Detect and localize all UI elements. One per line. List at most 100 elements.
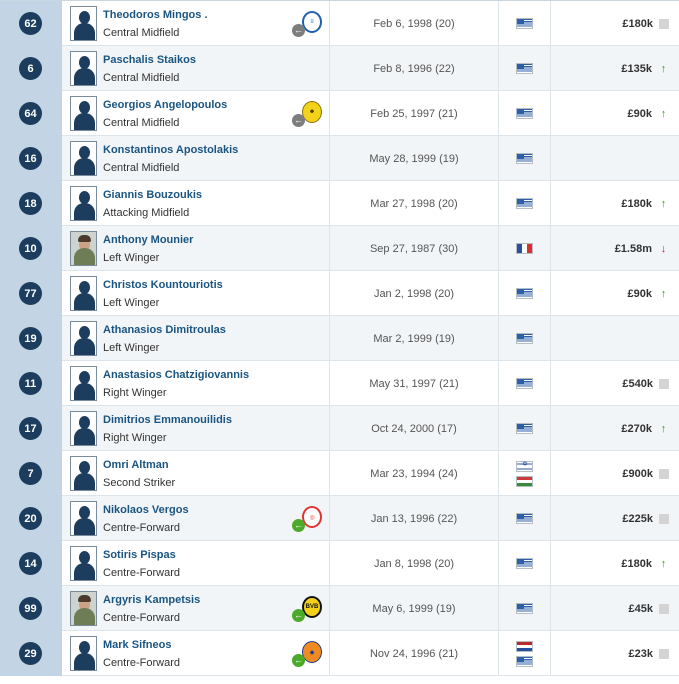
market-value[interactable]: £45k [629, 603, 653, 615]
player-portrait[interactable] [70, 186, 97, 221]
player-name-link[interactable]: Sotiris Pispas [103, 549, 176, 561]
market-value[interactable]: £1.58m [615, 243, 652, 255]
market-value[interactable]: £180k [622, 18, 653, 30]
market-value[interactable]: £23k [629, 648, 653, 660]
shirt-number-cell: 99 [0, 586, 62, 631]
player-cell: Anastasios Chatzigiovannis Right Winger [62, 361, 330, 406]
portrait-body [74, 248, 95, 265]
club-info[interactable]: ◆ ← [292, 641, 324, 667]
date-of-birth: May 31, 1997 (21) [330, 361, 499, 406]
market-value[interactable]: £225k [622, 513, 653, 525]
shirt-number-badge: 16 [19, 147, 42, 170]
table-row: 10 Anthony Mounier Left Winger Sep 27, 1… [0, 226, 679, 271]
club-info[interactable]: BVB ← [292, 596, 324, 622]
player-position: Left Winger [103, 252, 160, 264]
date-of-birth: Feb 8, 1996 (22) [330, 46, 499, 91]
market-value[interactable]: £180k [621, 198, 652, 210]
player-portrait[interactable] [70, 231, 97, 266]
date-of-birth: Mar 27, 1998 (20) [330, 181, 499, 226]
shirt-number-badge: 77 [19, 282, 42, 305]
player-portrait[interactable] [70, 591, 97, 626]
club-crest-blue-white-icon[interactable]: ≡ [302, 11, 322, 33]
player-name-link[interactable]: Dimitrios Emmanouilidis [103, 414, 232, 426]
player-name-link[interactable]: Georgios Angelopoulos [103, 99, 227, 111]
player-cell: Omri Altman Second Striker [62, 451, 330, 496]
market-value[interactable]: £135k [621, 63, 652, 75]
player-name-link[interactable]: Athanasios Dimitroulas [103, 324, 226, 336]
nationality-cell [499, 136, 551, 181]
market-value[interactable]: £90k [628, 108, 652, 120]
player-cell: Mark Sifneos Centre-Forward ◆ ← [62, 631, 330, 676]
club-crest-orange-blue-icon[interactable]: ◆ [302, 641, 322, 663]
nationality-cell [499, 586, 551, 631]
player-name-link[interactable]: Konstantinos Apostolakis [103, 144, 238, 156]
portrait-body [74, 428, 95, 445]
flag-greece-icon [516, 378, 533, 389]
player-position: Second Striker [103, 477, 176, 489]
portrait-body [74, 293, 95, 310]
market-value[interactable]: £900k [622, 468, 653, 480]
table-row: 18 Giannis Bouzoukis Attacking Midfield … [0, 181, 679, 226]
club-info[interactable]: ≡ ← [292, 11, 324, 37]
nationality-cell [499, 1, 551, 46]
player-portrait[interactable] [70, 366, 97, 401]
nationality-cell [499, 631, 551, 676]
market-value[interactable]: £270k [621, 423, 652, 435]
player-portrait[interactable] [70, 411, 97, 446]
player-name-link[interactable]: Christos Kountouriotis [103, 279, 223, 291]
club-crest-bvb-icon[interactable]: BVB [302, 596, 322, 618]
flag-greece-icon [516, 655, 533, 667]
player-name-link[interactable]: Theodoros Mingos . [103, 9, 208, 21]
player-name-link[interactable]: Nikolaos Vergos [103, 504, 189, 516]
shirt-number-cell: 64 [0, 91, 62, 136]
player-name-link[interactable]: Paschalis Staikos [103, 54, 196, 66]
player-portrait[interactable] [70, 96, 97, 131]
nationality-cell [499, 451, 551, 496]
date-of-birth: Feb 6, 1998 (20) [330, 1, 499, 46]
player-portrait[interactable] [70, 636, 97, 671]
trend-unchanged-icon [659, 378, 669, 389]
club-info[interactable]: ☻ ← [292, 101, 324, 127]
nationality-cell [499, 496, 551, 541]
player-portrait[interactable] [70, 501, 97, 536]
player-portrait[interactable] [70, 546, 97, 581]
flag-greece-icon [516, 153, 533, 164]
trend-up-icon: ↑ [660, 62, 667, 75]
player-cell: Konstantinos Apostolakis Central Midfiel… [62, 136, 330, 181]
table-row: 11 Anastasios Chatzigiovannis Right Wing… [0, 361, 679, 406]
club-crest-yellow-icon[interactable]: ☻ [302, 101, 322, 123]
nationality-cell [499, 406, 551, 451]
player-name-link[interactable]: Mark Sifneos [103, 639, 171, 651]
player-portrait[interactable] [70, 141, 97, 176]
market-value[interactable]: £90k [628, 288, 652, 300]
market-value-cell: £135k ↑ [551, 46, 679, 91]
flag-greece-icon [516, 18, 533, 29]
portrait-body [74, 113, 95, 130]
flag-israel-icon [516, 460, 533, 472]
market-value[interactable]: £180k [621, 558, 652, 570]
player-name-link[interactable]: Giannis Bouzoukis [103, 189, 202, 201]
player-portrait[interactable] [70, 321, 97, 356]
nationality-cell [499, 226, 551, 271]
player-portrait[interactable] [70, 456, 97, 491]
market-value-cell: £90k ↑ [551, 271, 679, 316]
date-of-birth: Jan 8, 1998 (20) [330, 541, 499, 586]
market-value[interactable]: £540k [622, 378, 653, 390]
player-portrait[interactable] [70, 51, 97, 86]
player-cell: Christos Kountouriotis Left Winger [62, 271, 330, 316]
club-info[interactable]: ◎ ← [292, 506, 324, 532]
portrait-body [74, 518, 95, 535]
player-portrait[interactable] [70, 6, 97, 41]
player-name-link[interactable]: Argyris Kampetsis [103, 594, 200, 606]
date-of-birth: May 28, 1999 (19) [330, 136, 499, 181]
player-name-link[interactable]: Omri Altman [103, 459, 169, 471]
flag-greece-icon [516, 513, 533, 524]
player-name-link[interactable]: Anthony Mounier [103, 234, 193, 246]
club-crest-red-white-icon[interactable]: ◎ [302, 506, 322, 528]
loan-arrow-icon: ← [292, 519, 305, 532]
portrait-body [74, 383, 95, 400]
trend-up-icon: ↑ [660, 422, 667, 435]
player-position: Central Midfield [103, 162, 180, 174]
player-portrait[interactable] [70, 276, 97, 311]
player-name-link[interactable]: Anastasios Chatzigiovannis [103, 369, 249, 381]
